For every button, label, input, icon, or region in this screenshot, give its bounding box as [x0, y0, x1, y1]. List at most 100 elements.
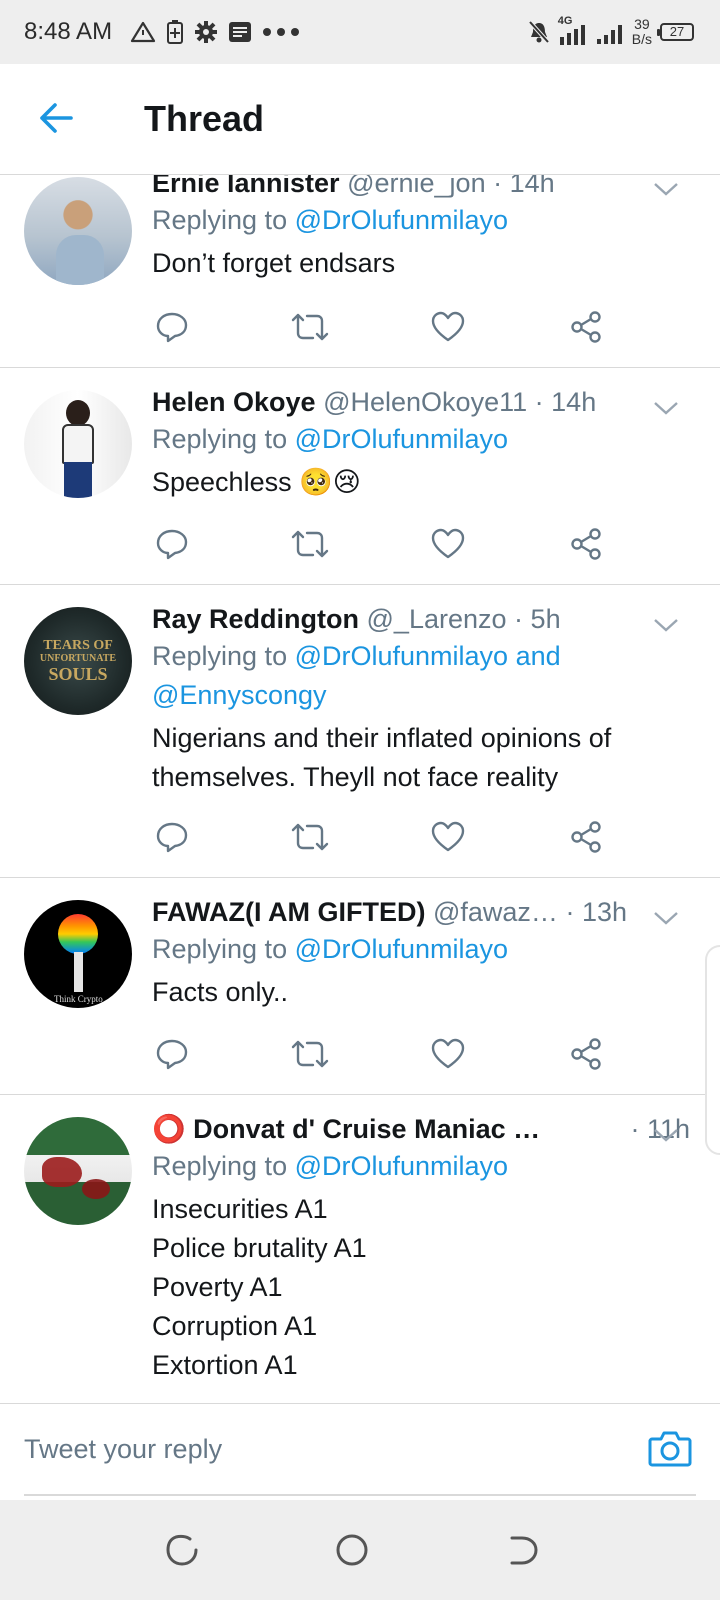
tweet-text-line: Don’t forget endsars: [152, 248, 396, 278]
author-handle[interactable]: @ernie_jon: [347, 175, 486, 198]
tweet-text-line: Police brutality A1: [152, 1233, 367, 1263]
mention-link[interactable]: @DrOlufunmilayo: [295, 205, 508, 235]
reply-button[interactable]: [152, 1034, 192, 1074]
mention-link[interactable]: @DrOlufunmilayo: [295, 934, 508, 964]
battery-indicator: 27: [657, 23, 694, 41]
share-icon: [571, 311, 601, 343]
tweet-body: FAWAZ(I AM GIFTED) @fawaz… · 13h Replyin…: [152, 894, 690, 1012]
status-bar: 8:48 AM 4G 39 B/s 27: [0, 0, 720, 64]
tweet-text-line: Speechless 🥺😢: [152, 467, 361, 497]
avatar[interactable]: [24, 177, 132, 285]
avatar-key-head: [58, 914, 98, 954]
tweet-text-line: Corruption A1: [152, 1311, 318, 1341]
author-handle[interactable]: @HelenOkoye11: [323, 387, 527, 417]
share-button[interactable]: [566, 524, 606, 564]
like-button[interactable]: [428, 524, 468, 564]
page-title: Thread: [144, 98, 265, 139]
tweet-actions: [152, 524, 612, 564]
author-handle[interactable]: @fawaz…: [433, 897, 558, 927]
retweet-icon: [291, 530, 329, 558]
reply-button[interactable]: [152, 817, 192, 857]
share-button[interactable]: [566, 817, 606, 857]
recent-apps-button[interactable]: [164, 1532, 204, 1572]
tweet-item[interactable]: Think Crypto FAWAZ(I AM GIFTED) @fawaz… …: [0, 878, 720, 1095]
speed-unit: B/s: [631, 31, 652, 47]
replying-to: Replying to @DrOlufunmilayo: [152, 420, 690, 459]
tweet-header: Ernie lannister @ernie_jon · 14h: [152, 175, 690, 201]
tweet-time: 14h: [551, 387, 597, 417]
tweet-item[interactable]: Helen Okoye @HelenOkoye11 · 14h Replying…: [0, 368, 720, 585]
retweet-button[interactable]: [290, 1034, 330, 1074]
tweet-text-line: themselves. Theyll not face reality: [152, 762, 559, 792]
reply-icon: [156, 312, 188, 343]
retweet-button[interactable]: [290, 817, 330, 857]
retweet-button[interactable]: [290, 307, 330, 347]
share-icon: [571, 1038, 601, 1070]
reply-button[interactable]: [152, 524, 192, 564]
author-name[interactable]: ⭕ Donvat d' Cruise Maniac …: [152, 1114, 540, 1144]
warning-icon: [130, 21, 156, 43]
avatar-text: TEARS OF: [43, 638, 113, 653]
tweet-text-line: Extortion A1: [152, 1350, 298, 1380]
tweet-header: Ray Reddington @_Larenzo · 5h: [152, 601, 690, 637]
chevron-down-icon[interactable]: [652, 179, 680, 199]
tweet-time: 5h: [530, 604, 561, 634]
edge-panel-handle[interactable]: [705, 945, 720, 1155]
author-name[interactable]: Ernie lannister: [152, 175, 340, 198]
tweet-text-line: Insecurities A1: [152, 1194, 328, 1224]
author-handle[interactable]: @_Larenzo: [367, 604, 507, 634]
avatar[interactable]: [24, 390, 132, 498]
chevron-down-icon[interactable]: [652, 1125, 680, 1145]
signal-4g: 4G: [558, 15, 588, 47]
author-name[interactable]: Helen Okoye: [152, 387, 316, 417]
like-button[interactable]: [428, 817, 468, 857]
home-button[interactable]: [334, 1532, 374, 1572]
signal-bars-icon: [559, 25, 585, 45]
tweet-actions: [152, 817, 612, 857]
retweet-icon: [291, 1040, 329, 1068]
tweet-text-line: Nigerians and their inflated opinions of: [152, 723, 612, 753]
reply-input[interactable]: [24, 1404, 696, 1496]
share-icon: [571, 528, 601, 560]
avatar-stain: [82, 1179, 110, 1199]
share-button[interactable]: [566, 1034, 606, 1074]
back-nav-button[interactable]: [504, 1532, 544, 1572]
mention-link[interactable]: @DrOlufunmilayo and: [295, 641, 561, 671]
author-name[interactable]: FAWAZ(I AM GIFTED): [152, 897, 425, 927]
avatar[interactable]: [24, 1117, 132, 1225]
tweet-item[interactable]: ⭕ Donvat d' Cruise Maniac … · 11h Replyi…: [0, 1095, 720, 1403]
back-button[interactable]: [34, 96, 78, 140]
replying-label: Replying to: [152, 1151, 288, 1181]
retweet-button[interactable]: [290, 524, 330, 564]
camera-button[interactable]: [648, 1430, 692, 1470]
tweet-item[interactable]: TEARS OF UNFORTUNATE SOULS Ray Reddingto…: [0, 585, 720, 878]
avatar[interactable]: TEARS OF UNFORTUNATE SOULS: [24, 607, 132, 715]
mention-link[interactable]: @DrOlufunmilayo: [295, 424, 508, 454]
chevron-down-icon[interactable]: [652, 615, 680, 635]
avatar-figure: [66, 400, 90, 426]
mention-link[interactable]: @Ennyscongy: [152, 676, 690, 715]
reply-icon: [156, 1039, 188, 1070]
tweet-header: Helen Okoye @HelenOkoye11 · 14h: [152, 384, 690, 420]
home-icon: [336, 1534, 368, 1566]
chevron-down-icon[interactable]: [652, 398, 680, 418]
replying-to: Replying to @DrOlufunmilayo: [152, 930, 690, 969]
status-time: 8:48 AM: [24, 18, 113, 45]
mention-link[interactable]: @DrOlufunmilayo: [295, 1151, 508, 1181]
news-icon: [229, 22, 251, 42]
share-button[interactable]: [566, 307, 606, 347]
reply-button[interactable]: [152, 307, 192, 347]
tweet-text: Facts only..: [152, 973, 690, 1012]
tweet-item[interactable]: Ernie lannister @ernie_jon · 14h Replyin…: [0, 175, 720, 368]
avatar-figure: [56, 235, 104, 285]
like-icon: [431, 311, 465, 342]
tweet-list[interactable]: Ernie lannister @ernie_jon · 14h Replyin…: [0, 175, 720, 1403]
recent-apps-icon: [166, 1534, 198, 1566]
like-button[interactable]: [428, 307, 468, 347]
like-button[interactable]: [428, 1034, 468, 1074]
author-name[interactable]: Ray Reddington: [152, 604, 359, 634]
avatar[interactable]: Think Crypto: [24, 900, 132, 1008]
tweet-text: Nigerians and their inflated opinions of…: [152, 719, 690, 797]
avatar-figure-legs: [64, 462, 92, 498]
chevron-down-icon[interactable]: [652, 908, 680, 928]
